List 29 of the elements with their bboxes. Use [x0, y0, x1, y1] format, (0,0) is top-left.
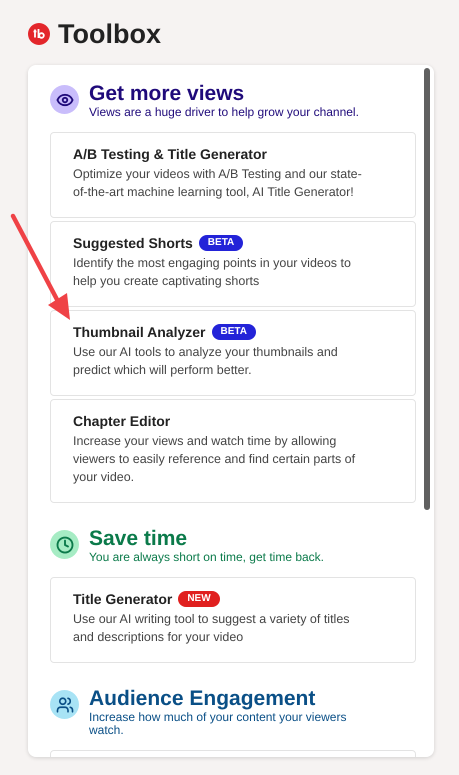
tool-title: Suggested Shorts [73, 234, 193, 252]
tool-badge: BETA [212, 324, 256, 340]
tool-card[interactable]: Thumbnail Analyzer BETA Use our AI tools to analyze your thumbnails and predict which will perform better. [50, 310, 416, 396]
tool-card[interactable]: A/B Testing & Title Generator Optimize your videos with A/B Testing and our state-of-the-art machine learning tool, AI Title Generator! [50, 132, 416, 218]
section-subtitle: Views are a huge driver to help grow your channel. [89, 106, 360, 119]
scrollbar[interactable] [424, 68, 430, 510]
clock-icon [50, 530, 79, 559]
people-icon [50, 690, 79, 719]
section-subtitle: You are always short on time, get time back. [89, 551, 326, 564]
tool-badge: BETA [198, 235, 244, 251]
tool-description: Use our AI writing tool to suggest a variety of titles and descriptions for your video [73, 611, 351, 646]
tool-badge: NEW [178, 591, 220, 607]
section-title: Audience Engagement [89, 687, 316, 711]
tool-card[interactable]: Chapter Editor Increase your views and watch time by allowing viewers to easily reference and find certain parts of your video. [50, 399, 416, 503]
tool-title: Title Generator [73, 590, 172, 608]
page-title: Toolbox [58, 19, 161, 49]
section-title: Get more views [89, 82, 246, 106]
eye-icon [50, 85, 79, 114]
section-title: Save time [89, 527, 188, 551]
tool-title: Chapter Editor [73, 412, 170, 430]
logo-icon [28, 23, 50, 45]
tool-card[interactable]: Title Generator NEW Use our AI writing tool to suggest a variety of titles and descriptions for your video [50, 577, 416, 663]
tool-description: Identify the most engaging points in your videos to help you create captivating shorts [73, 255, 352, 290]
section-subtitle: Increase how much of your content your viewers watch. [89, 711, 348, 737]
tool-description: Use our AI tools to analyze your thumbnails and predict which will perform better. [73, 344, 339, 379]
tool-description: Increase your views and watch time by allowing viewers to easily reference and find certain parts of your video. [73, 433, 356, 486]
tool-title: A/B Testing & Title Generator [73, 145, 267, 163]
tool-title: Thumbnail Analyzer [73, 323, 206, 341]
tool-description: Optimize your videos with A/B Testing and our state-of-the-art machine learning tool, AI Title Generator! [73, 166, 363, 201]
